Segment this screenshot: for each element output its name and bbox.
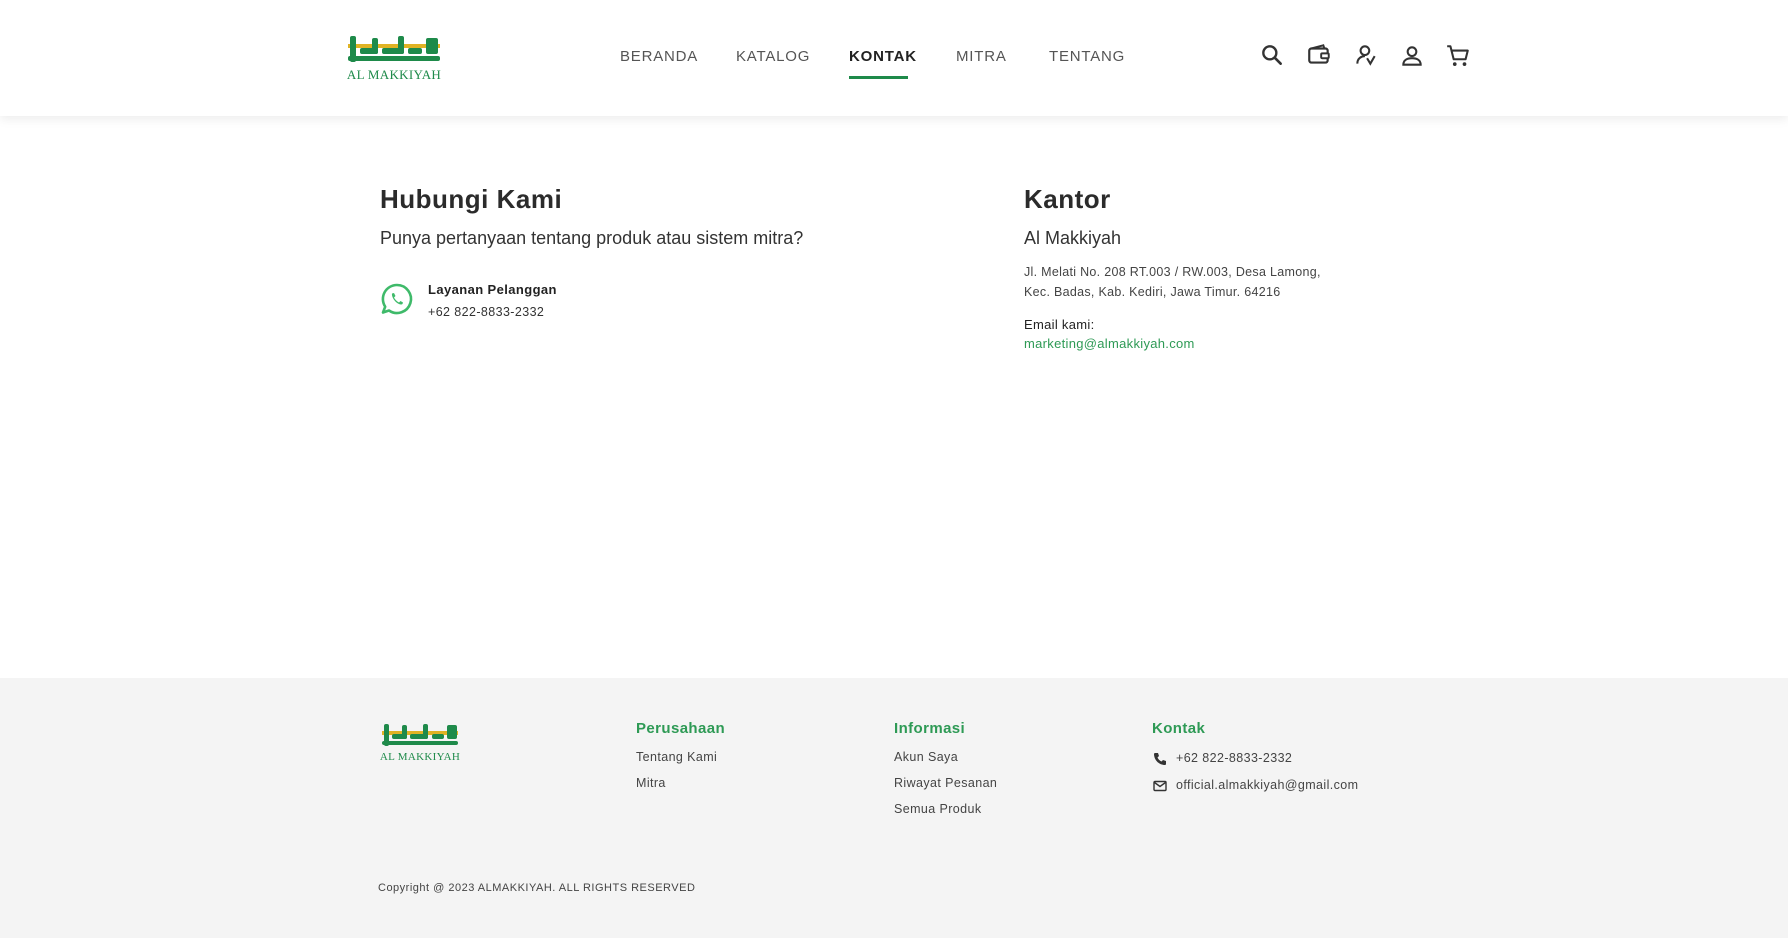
footer-logo[interactable]: AL MAKKIYAH [379,722,461,763]
footer-company-title: Perusahaan [636,720,726,737]
user-icon[interactable] [1399,43,1425,69]
phone-icon [1152,751,1168,767]
partner-icon[interactable] [1353,42,1379,68]
nav-mitra[interactable]: MITRA [956,48,1007,65]
whatsapp-icon[interactable] [380,282,414,316]
office-email-link[interactable]: marketing@almakkiyah.com [1024,336,1195,351]
nav-kontak[interactable]: KONTAK [849,48,917,65]
brand-logo[interactable]: AL MAKKIYAH [346,34,442,83]
office-name: Al Makkiyah [1024,228,1122,248]
footer-logo-text: AL MAKKIYAH [379,751,461,763]
site-footer: AL MAKKIYAH Perusahaan Tentang Kami Mitr… [0,678,1788,938]
office-address: Jl. Melati No. 208 RT.003 / RW.003, Desa… [1024,262,1364,302]
footer-link-riwayat-pesanan[interactable]: Riwayat Pesanan [894,776,997,790]
search-icon[interactable] [1259,42,1285,68]
contact-title: Hubungi Kami [380,184,563,214]
contact-subtitle: Punya pertanyaan tentang produk atau sis… [380,228,804,248]
footer-info-title: Informasi [894,720,966,737]
nav-beranda[interactable]: BERANDA [620,48,698,65]
site-header: AL MAKKIYAH BERANDA KATALOG KONTAK MITRA… [0,0,1788,116]
copyright-text: Copyright @ 2023 ALMAKKIYAH. ALL RIGHTS … [378,882,696,894]
footer-phone[interactable]: +62 822-8833-2332 [1176,751,1292,765]
footer-email[interactable]: official.almakkiyah@gmail.com [1176,778,1358,792]
customer-service-label: Layanan Pelanggan [428,282,557,297]
email-label: Email kami: [1024,317,1095,332]
address-line-2: Kec. Badas, Kab. Kediri, Jawa Timur. 642… [1024,285,1281,299]
wallet-icon[interactable] [1306,42,1332,68]
footer-link-mitra[interactable]: Mitra [636,776,666,790]
footer-link-tentang-kami[interactable]: Tentang Kami [636,750,717,764]
footer-link-akun-saya[interactable]: Akun Saya [894,750,958,764]
logo-mark [348,34,440,64]
logo-text: AL MAKKIYAH [346,67,442,82]
mail-icon [1152,778,1168,794]
cart-icon[interactable] [1445,43,1471,69]
footer-link-semua-produk[interactable]: Semua Produk [894,802,981,816]
nav-tentang[interactable]: TENTANG [1049,48,1125,65]
footer-contact-title: Kontak [1152,720,1206,737]
office-title: Kantor [1024,184,1111,214]
customer-service-phone[interactable]: +62 822-8833-2332 [428,305,544,319]
footer-logo-mark [382,722,458,748]
active-nav-indicator [849,76,908,79]
address-line-1: Jl. Melati No. 208 RT.003 / RW.003, Desa… [1024,265,1321,279]
nav-katalog[interactable]: KATALOG [736,48,810,65]
